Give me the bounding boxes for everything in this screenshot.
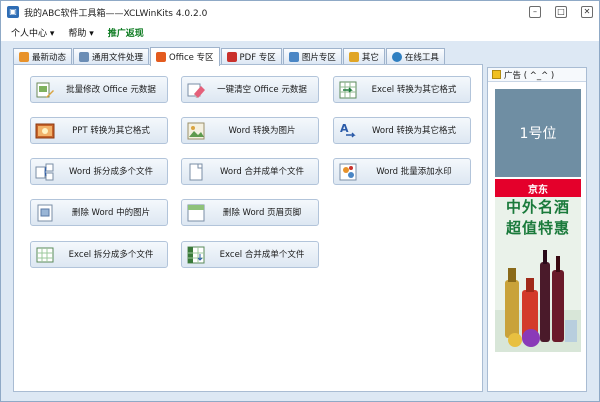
excel-split-button[interactable]: Excel 拆分成多个文件 bbox=[30, 241, 168, 268]
app-logo-icon: ▣ bbox=[7, 6, 19, 18]
feature-label: Excel 合并成单个文件 bbox=[219, 250, 305, 260]
title-bar: ▣ 我的ABC软件工具箱——XCLWinKits 4.0.2.0 – □ ✕ bbox=[1, 1, 599, 23]
delete-image-icon bbox=[37, 204, 53, 222]
ppt-icon bbox=[35, 123, 55, 139]
tab-online-tools[interactable]: 在线工具 bbox=[385, 48, 445, 65]
office-panel: 批量修改 Office 元数据 一键清空 Office 元数据 Excel 转换… bbox=[13, 64, 483, 392]
word-watermark-button[interactable]: Word 批量添加水印 bbox=[333, 158, 471, 185]
split-icon bbox=[35, 163, 54, 181]
feature-label: Excel 转换为其它格式 bbox=[371, 85, 457, 95]
word-merge-button[interactable]: Word 合并成单个文件 bbox=[181, 158, 319, 185]
tab-label: PDF 专区 bbox=[239, 53, 276, 63]
tab-latest-news[interactable]: 最新动态 bbox=[13, 48, 73, 65]
word-split-button[interactable]: Word 拆分成多个文件 bbox=[30, 158, 168, 185]
clear-metadata-button[interactable]: 一键清空 Office 元数据 bbox=[181, 76, 319, 103]
ad-slot-2[interactable]: 京东 中外名酒 超值特惠 bbox=[495, 179, 581, 352]
tab-bar: 最新动态 通用文件处理 Office 专区 PDF 专区 图片专区 其它 在线工… bbox=[13, 47, 446, 66]
tab-office[interactable]: Office 专区 bbox=[150, 47, 220, 66]
app-window: ▣ 我的ABC软件工具箱——XCLWinKits 4.0.2.0 – □ ✕ 个… bbox=[0, 0, 600, 402]
excel-convert-icon bbox=[339, 81, 357, 99]
office-icon bbox=[156, 52, 167, 62]
feature-label: Word 转换为图片 bbox=[228, 126, 296, 136]
excel-merge-icon bbox=[187, 246, 205, 264]
ad-panel-header: 广告 ( ^_^ ) bbox=[488, 68, 586, 82]
feature-label: Word 转换为其它格式 bbox=[371, 126, 457, 136]
window-controls: – □ ✕ bbox=[529, 6, 593, 18]
svg-text:A: A bbox=[340, 122, 349, 135]
tab-general-files[interactable]: 通用文件处理 bbox=[73, 48, 150, 65]
feature-label: 删除 Word 中的图片 bbox=[71, 208, 151, 218]
menu-help[interactable]: 帮助 ▾ bbox=[68, 26, 93, 39]
header-footer-icon bbox=[187, 204, 205, 222]
feature-label: PPT 转换为其它格式 bbox=[72, 126, 150, 136]
tab-other[interactable]: 其它 bbox=[342, 48, 385, 65]
feature-label: 批量修改 Office 元数据 bbox=[66, 85, 156, 95]
ad-slot-1[interactable]: 1号位 bbox=[495, 89, 581, 177]
delete-header-footer-button[interactable]: 删除 Word 页眉页脚 bbox=[181, 199, 319, 226]
pdf-icon bbox=[226, 52, 237, 62]
folder-icon bbox=[348, 52, 359, 62]
window-title: 我的ABC软件工具箱——XCLWinKits 4.0.2.0 bbox=[24, 8, 208, 19]
menu-referral[interactable]: 推广返现 bbox=[108, 26, 144, 39]
eraser-icon bbox=[187, 83, 205, 98]
word-convert-button[interactable]: A Word 转换为其它格式 bbox=[333, 117, 471, 144]
rss-icon bbox=[19, 52, 29, 62]
tab-pdf[interactable]: PDF 专区 bbox=[220, 48, 282, 65]
delete-word-images-button[interactable]: 删除 Word 中的图片 bbox=[30, 199, 168, 226]
merge-icon bbox=[189, 163, 203, 181]
word-image-icon bbox=[187, 122, 205, 140]
tab-label: 通用文件处理 bbox=[92, 53, 144, 63]
tab-label: 其它 bbox=[361, 53, 379, 63]
jd-logo: 京东 bbox=[495, 179, 581, 197]
ppt-convert-button[interactable]: PPT 转换为其它格式 bbox=[30, 117, 168, 144]
file-icon bbox=[79, 52, 90, 62]
watermark-icon bbox=[339, 163, 357, 181]
tab-label: 在线工具 bbox=[404, 53, 439, 63]
tab-images[interactable]: 图片专区 bbox=[282, 48, 342, 65]
feature-label: Word 合并成单个文件 bbox=[219, 167, 305, 177]
globe-icon bbox=[391, 52, 402, 62]
tab-label: 图片专区 bbox=[301, 53, 336, 63]
edit-metadata-icon bbox=[36, 82, 54, 98]
feature-label: 一键清空 Office 元数据 bbox=[217, 85, 307, 95]
tab-label: Office 专区 bbox=[169, 53, 214, 63]
minimize-icon[interactable]: – bbox=[529, 6, 541, 18]
maximize-icon[interactable]: □ bbox=[555, 6, 567, 18]
ad-panel: 广告 ( ^_^ ) 1号位 京东 中外名酒 超值特惠 bbox=[487, 67, 587, 392]
word-convert-icon: A bbox=[340, 122, 356, 138]
feature-label: Excel 拆分成多个文件 bbox=[68, 250, 154, 260]
image-icon bbox=[288, 52, 299, 62]
excel-merge-button[interactable]: Excel 合并成单个文件 bbox=[181, 241, 319, 268]
tab-label: 最新动态 bbox=[32, 53, 67, 63]
ad-headline-1: 中外名酒 bbox=[505, 198, 570, 216]
word-to-image-button[interactable]: Word 转换为图片 bbox=[181, 117, 319, 144]
ad-slot-1-label: 1号位 bbox=[519, 126, 557, 142]
menu-personal-center[interactable]: 个人中心 ▾ bbox=[11, 26, 54, 39]
batch-edit-metadata-button[interactable]: 批量修改 Office 元数据 bbox=[30, 76, 168, 103]
feature-label: 删除 Word 页眉页脚 bbox=[222, 208, 302, 218]
feature-label: Word 批量添加水印 bbox=[376, 167, 452, 177]
excel-split-icon bbox=[36, 247, 54, 263]
ad-icon bbox=[492, 70, 501, 79]
menu-bar: 个人中心 ▾ 帮助 ▾ 推广返现 bbox=[1, 23, 599, 41]
wine-bottles-image bbox=[495, 250, 581, 352]
ad-headline-2: 超值特惠 bbox=[505, 219, 570, 237]
feature-label: Word 拆分成多个文件 bbox=[68, 167, 154, 177]
excel-convert-button[interactable]: Excel 转换为其它格式 bbox=[333, 76, 471, 103]
ad-brand: 京东 bbox=[528, 184, 548, 196]
ad-panel-title: 广告 ( ^_^ ) bbox=[504, 70, 555, 81]
close-icon[interactable]: ✕ bbox=[581, 6, 593, 18]
